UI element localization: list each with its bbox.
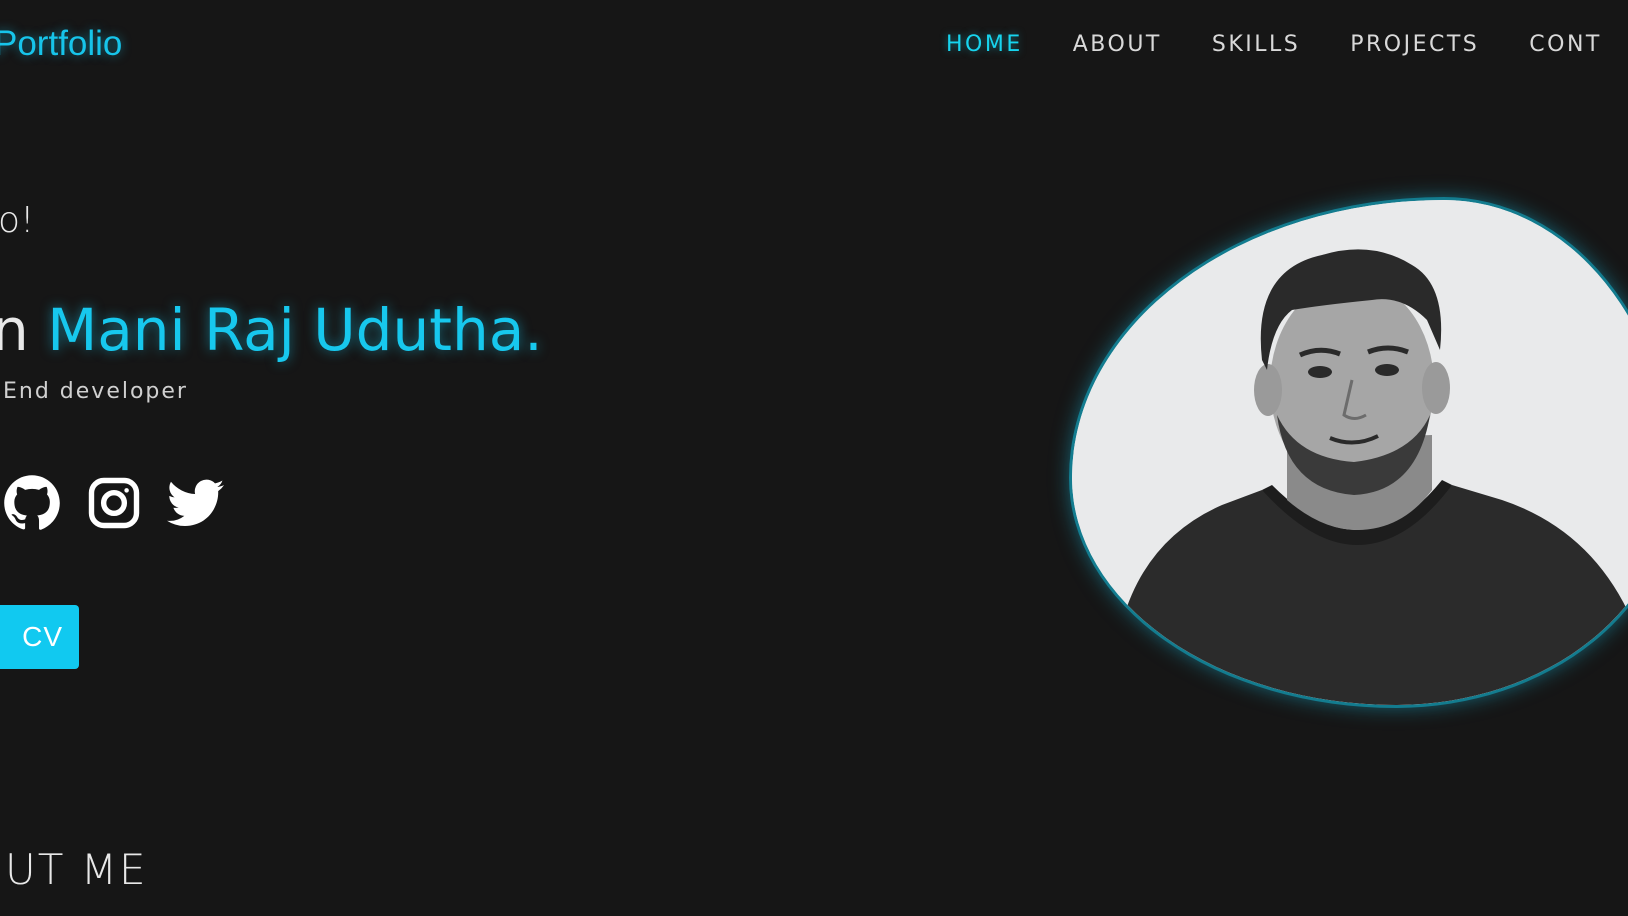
github-icon[interactable] <box>3 474 61 532</box>
nav-home[interactable]: HOME <box>946 28 1023 62</box>
nav-skills[interactable]: SKILLS <box>1212 28 1300 62</box>
social-links <box>3 474 225 532</box>
hero-greeting: o! <box>0 200 35 241</box>
profile-photo-image <box>1072 200 1628 705</box>
hero-role: End developer <box>3 379 188 404</box>
site-logo[interactable]: Portfolio <box>0 24 122 64</box>
twitter-icon[interactable] <box>167 474 225 532</box>
nav-about[interactable]: ABOUT <box>1073 28 1162 62</box>
profile-photo <box>1072 200 1628 705</box>
cv-button-label: CV <box>22 621 63 652</box>
hero-intro: n Mani Raj Udutha. <box>0 290 543 370</box>
about-heading: OUT ME <box>0 845 148 894</box>
portfolio-page: Portfolio HOME ABOUT SKILLS PROJECTS CON… <box>0 0 1628 916</box>
hero-name: Mani Raj Udutha. <box>47 296 543 364</box>
download-cv-button[interactable]: CV <box>0 605 79 669</box>
nav-projects[interactable]: PROJECTS <box>1350 28 1479 62</box>
nav-contact[interactable]: CONT <box>1529 28 1602 62</box>
intro-prefix: n <box>0 296 29 364</box>
instagram-icon[interactable] <box>85 474 143 532</box>
main-nav: HOME ABOUT SKILLS PROJECTS CONT <box>946 28 1628 62</box>
